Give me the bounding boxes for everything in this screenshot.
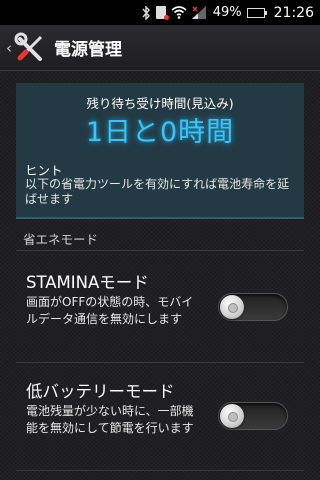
section-header: 省エネモード [23,232,99,247]
standby-info-panel: 残り待ち受け時間(見込み) 1日と0時間 ヒント 以下の省電力ツールを有効にすれ… [16,83,304,219]
stamina-mode-row[interactable]: STAMINAモード 画面がOFFの状態の時、モバイルデータ通信を無効にします [16,252,304,362]
toggle-knob [220,404,244,428]
action-bar[interactable]: ‹ 電源管理 [0,25,320,71]
stamina-mode-toggle[interactable] [218,293,288,321]
standby-time-value: 1日と0時間 [85,117,235,148]
hint-text: 以下の省電力ツールを有効にすれば電池寿命を延ばせます [25,177,290,206]
low-battery-mode-title: 低バッテリーモード [26,382,175,401]
section-divider [16,250,304,251]
low-battery-mode-description: 電池残量が少ない時に、一部機能を無効にして節電を行います [26,404,194,435]
back-chevron-icon[interactable]: ‹ [0,25,12,71]
stamina-mode-description: 画面がOFFの状態の時、モバイルデータ通信を無効にします [26,295,194,326]
wifi-icon [171,6,187,19]
bluetooth-icon [142,5,150,20]
low-battery-mode-row[interactable]: 低バッテリーモード 電池残量が少ない時に、一部機能を無効にして節電を行います [16,363,304,470]
page-title: 電源管理 [54,40,122,60]
status-bar: 49% 21:26 [0,0,320,25]
battery-percentage: 49% [212,5,242,20]
signal-strength-icon [191,6,206,19]
toggle-knob [220,295,244,319]
sim-alert-icon [155,6,169,20]
battery-icon [246,7,267,18]
clock: 21:26 [273,4,314,21]
tools-icon[interactable] [14,31,48,65]
row-divider [16,470,304,471]
stamina-mode-title: STAMINAモード [26,273,149,292]
low-battery-mode-toggle[interactable] [218,402,288,430]
